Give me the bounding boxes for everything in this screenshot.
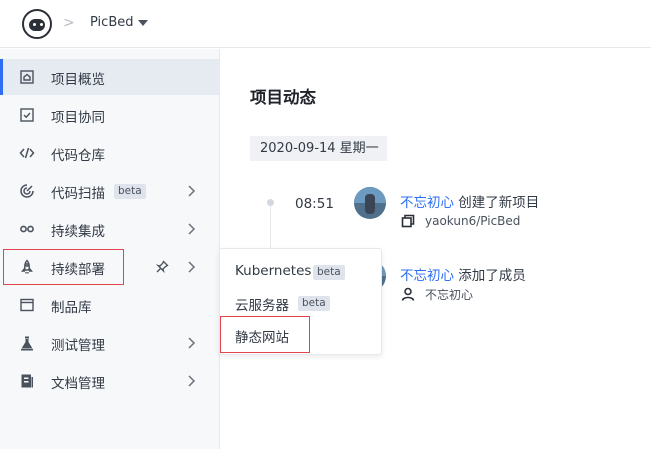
- page-title: 项目动态: [250, 88, 316, 107]
- submenu-item-cloud-server[interactable]: 云服务器 beta: [220, 287, 381, 319]
- flask-icon: [21, 336, 33, 351]
- sidebar-item-artifacts[interactable]: 制品库: [0, 287, 220, 323]
- event-summary: 不忘初心 创建了新项目: [400, 191, 539, 211]
- event-action: 创建了新项目: [458, 195, 540, 211]
- event-user-link[interactable]: 不忘初心: [400, 268, 454, 284]
- sidebar: 项目概览 项目协同 代码仓库 代码扫描 beta 持续集成 持续部署 制品库 测…: [0, 49, 220, 449]
- project-name[interactable]: PicBed: [90, 15, 133, 30]
- event-summary: 不忘初心 添加了成员: [400, 264, 526, 284]
- user-icon: [401, 287, 415, 301]
- sidebar-item-label: 项目协同: [51, 110, 105, 126]
- sidebar-item-label: 代码扫描: [51, 186, 105, 202]
- submenu-item-kubernetes[interactable]: Kubernetes beta: [220, 256, 381, 288]
- event-detail-repo[interactable]: yaokun6/PicBed: [425, 214, 520, 228]
- checkbox-icon: [20, 108, 34, 122]
- date-label: 2020-09-14 星期一: [250, 136, 387, 161]
- sidebar-item-label: 制品库: [51, 300, 92, 316]
- chevron-right-icon[interactable]: [184, 260, 198, 274]
- event-time: 08:51: [295, 196, 334, 212]
- sidebar-item-code-scan[interactable]: 代码扫描 beta: [0, 173, 220, 209]
- breadcrumb-separator: >: [63, 15, 75, 31]
- chevron-right-icon[interactable]: [184, 222, 198, 236]
- sidebar-item-label: 测试管理: [51, 338, 105, 354]
- document-icon: [21, 374, 33, 388]
- package-icon: [20, 298, 34, 312]
- sidebar-item-label: 项目概览: [51, 72, 105, 88]
- event-action: 添加了成员: [458, 268, 526, 284]
- scan-icon: [20, 184, 34, 198]
- top-bar: > PicBed: [0, 0, 651, 48]
- repo-icon: [401, 214, 415, 228]
- event-detail-member: 不忘初心: [425, 288, 474, 302]
- sidebar-item-label: 代码仓库: [51, 148, 105, 164]
- code-icon: [19, 147, 35, 159]
- logo-icon[interactable]: [22, 9, 52, 39]
- sidebar-item-ci[interactable]: 持续集成: [0, 211, 220, 247]
- beta-badge: beta: [114, 184, 146, 199]
- sidebar-item-collaboration[interactable]: 项目协同: [0, 97, 220, 133]
- sidebar-item-docs[interactable]: 文档管理: [0, 363, 220, 399]
- chevron-right-icon[interactable]: [184, 374, 198, 388]
- timeline-dot: [267, 199, 274, 206]
- avatar[interactable]: [354, 187, 386, 219]
- sidebar-item-overview[interactable]: 项目概览: [0, 59, 220, 95]
- sidebar-item-label: 文档管理: [51, 376, 105, 392]
- beta-badge: beta: [298, 296, 330, 311]
- submenu-item-label: 云服务器: [235, 298, 289, 314]
- chevron-right-icon[interactable]: [184, 336, 198, 350]
- sidebar-item-repository[interactable]: 代码仓库: [0, 135, 220, 171]
- highlight-box: [3, 249, 124, 285]
- highlight-box: [220, 316, 310, 353]
- sidebar-item-testing[interactable]: 测试管理: [0, 325, 220, 361]
- pin-icon[interactable]: [155, 260, 169, 274]
- beta-badge: beta: [313, 265, 345, 280]
- event-user-link[interactable]: 不忘初心: [400, 195, 454, 211]
- submenu-item-label: Kubernetes: [235, 263, 312, 279]
- infinity-icon: [20, 225, 34, 233]
- sidebar-item-label: 持续集成: [51, 224, 105, 240]
- home-icon: [20, 70, 34, 84]
- caret-down-icon[interactable]: [138, 20, 148, 26]
- chevron-right-icon[interactable]: [184, 184, 198, 198]
